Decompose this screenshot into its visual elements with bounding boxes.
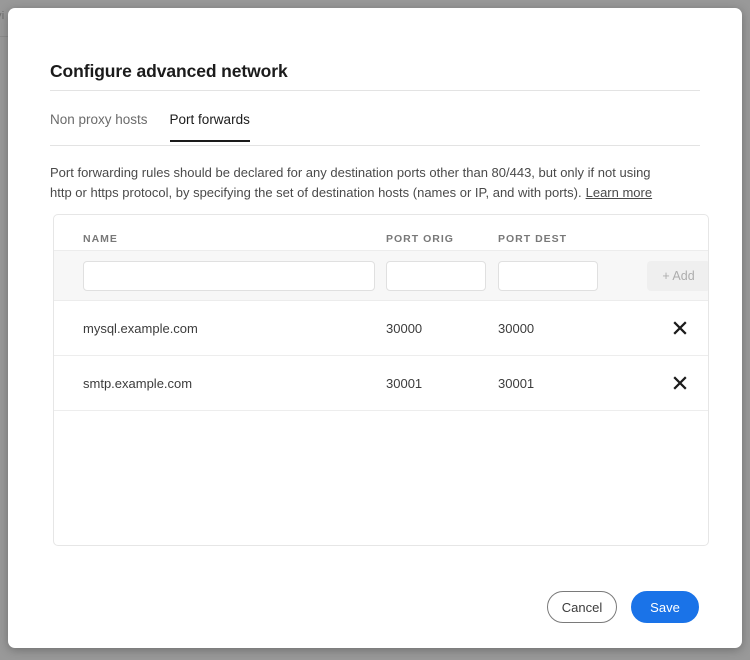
rule-name: smtp.example.com — [83, 375, 193, 391]
close-icon[interactable] — [671, 374, 689, 392]
new-rule-port-dest-cell — [498, 260, 638, 291]
table-row: smtp.example.com 30001 30001 — [54, 356, 708, 411]
dialog-title: Configure advanced network — [50, 61, 288, 81]
dialog-footer: Cancel Save — [547, 591, 699, 623]
rule-delete-cell — [638, 374, 708, 392]
rule-name: mysql.example.com — [83, 320, 198, 336]
rule-port-orig: 30000 — [386, 320, 423, 336]
tab-bar: Non proxy hosts Port forwards — [50, 112, 251, 142]
description-text: Port forwarding rules should be declared… — [50, 163, 675, 202]
new-rule-port-orig-input[interactable] — [386, 260, 486, 291]
rule-port-orig: 30001 — [386, 375, 423, 391]
rule-port-dest: 30001 — [498, 375, 535, 391]
new-rule-port-dest-input[interactable] — [498, 260, 598, 291]
column-header-port-dest: PORT DEST — [498, 232, 568, 245]
close-icon[interactable] — [671, 319, 689, 337]
tabs-divider — [50, 145, 700, 146]
title-divider — [50, 90, 700, 91]
new-rule-row: + Add — [54, 250, 708, 301]
table-row: mysql.example.com 30000 30000 — [54, 301, 708, 356]
new-rule-name-cell — [83, 260, 386, 291]
port-forwards-table: NAME PORT ORIG PORT DEST + Add mysql.exa… — [53, 214, 709, 546]
column-header-port-orig: PORT ORIG — [386, 232, 454, 245]
column-header-name: NAME — [83, 232, 118, 245]
description-body: Port forwarding rules should be declared… — [50, 165, 651, 200]
rule-delete-cell — [638, 319, 708, 337]
new-rule-port-orig-cell — [386, 260, 498, 291]
tab-port-forwards[interactable]: Port forwards — [169, 112, 251, 142]
new-rule-name-input[interactable] — [83, 260, 375, 291]
table-header-row: NAME PORT ORIG PORT DEST — [54, 215, 708, 250]
rule-port-dest: 30000 — [498, 320, 535, 336]
learn-more-link[interactable]: Learn more — [586, 185, 652, 200]
background-page-text: vi — [0, 10, 5, 22]
add-rule-button[interactable]: + Add — [647, 260, 708, 291]
configure-advanced-network-dialog: Configure advanced network Non proxy hos… — [8, 8, 742, 648]
save-button[interactable]: Save — [631, 591, 699, 623]
tab-non-proxy-hosts[interactable]: Non proxy hosts — [50, 112, 148, 142]
new-rule-add-cell: + Add — [638, 260, 708, 291]
cancel-button[interactable]: Cancel — [547, 591, 617, 623]
